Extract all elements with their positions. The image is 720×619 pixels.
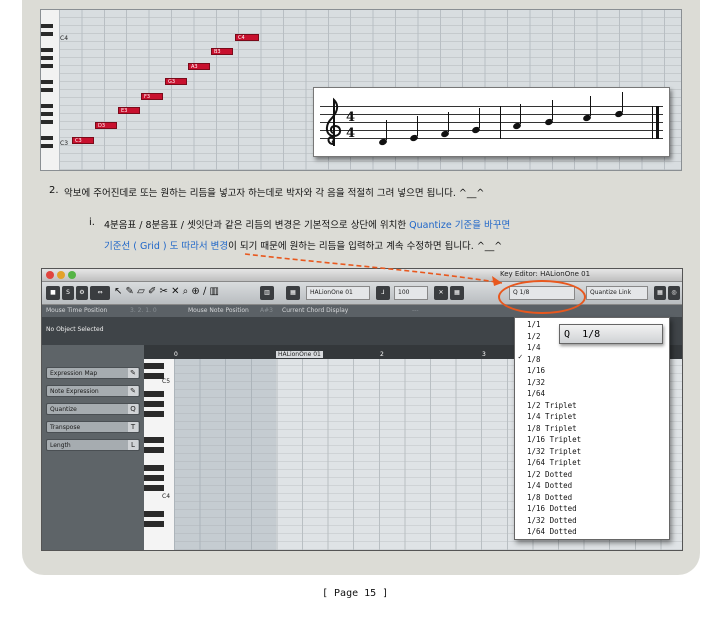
sub-step-number: i. [89,217,95,228]
key-label: C3 [60,140,69,147]
quantize-option[interactable]: 1/32 Dotted [527,516,577,525]
part-label: HALionOne 01 [276,351,323,358]
quantize-option[interactable]: 1/32 [527,378,545,387]
midi-note[interactable]: D3 [95,122,117,129]
zoom-icon[interactable] [68,271,76,279]
midi-note[interactable]: E3 [118,107,140,114]
midi-note[interactable]: F3 [141,93,163,100]
quantize-option[interactable]: 1/8 [527,355,541,364]
quantize-option[interactable]: 1/16 Dotted [527,504,577,513]
page-number: [ Page 15 ] [322,588,389,599]
midi-note[interactable]: C4 [235,34,259,41]
minimize-icon[interactable] [57,271,65,279]
acoustic-icon[interactable]: ⚙ [76,286,88,300]
step-number: 2. [49,185,59,196]
quantize-option[interactable]: 1/8 Triplet [527,424,577,433]
quantize-link-dropdown[interactable]: Quantize Link [586,286,648,300]
quantize-callout: Q 1/8 [559,324,663,344]
quantize-menu: Q 1/8 ✓ 1/1 1/2 1/4 1/8 1/16 1/32 1/64 1/2 Trip… [514,317,670,540]
lane-quantize[interactable]: Quantize Q [46,403,140,415]
midi-note[interactable]: B3 [211,48,233,55]
checkmark-icon: ✓ [518,352,523,361]
tool-icons[interactable]: ↖ ✎ ▱ ✐ ✂ ✕ ⌕ ⊕ ∕ ▥ [114,286,219,297]
length-icon: L [128,440,138,450]
quantize-option[interactable]: 1/4 Triplet [527,412,577,421]
step-text: 악보에 주어진데로 또는 원하는 리듬을 넣고자 하는데로 박자와 각 음을 적… [64,188,485,199]
quantize-option[interactable]: 1/2 [527,332,541,341]
lane-transpose[interactable]: Transpose T [46,421,140,433]
keyboard[interactable]: C5 C4 [144,359,174,550]
sub-step-line1: 4분음표 / 8분음표 / 셋잇단과 같은 리듬의 변경은 기본적으로 상단에 … [104,220,511,231]
quantize-option[interactable]: 1/2 Dotted [527,470,572,479]
quantize-option[interactable]: 1/4 [527,343,541,352]
midi-note[interactable]: G3 [165,78,187,85]
quantize-option[interactable]: 1/32 Triplet [527,447,581,456]
quantize-option[interactable]: 1/4 Dotted [527,481,572,490]
callout-arrow [244,253,503,286]
key-label: C4 [60,35,69,42]
transpose-icon: T [128,422,138,432]
color-icon[interactable]: ▦ [654,286,666,300]
svg-text:4: 4 [346,126,355,141]
midi-note[interactable]: C3 [72,137,94,144]
quantize-option[interactable]: 1/1 [527,320,541,329]
midi-note[interactable]: A3 [188,63,210,70]
quantize-option[interactable]: 1/8 Dotted [527,493,572,502]
quantize-option[interactable]: 1/64 Triplet [527,458,581,467]
settings-icon[interactable]: ◎ [668,286,680,300]
quantize-option[interactable]: 1/16 Triplet [527,435,581,444]
pencil-icon: ✎ [128,368,138,378]
close-icon[interactable] [46,271,54,279]
quantize-option[interactable]: 1/2 Triplet [527,401,577,410]
autoscroll-icon[interactable]: ⇔ [90,286,110,300]
treble-clef-icon: 4 4 [326,97,355,146]
keyboard-strip [41,10,59,170]
view-icon[interactable]: ■ [46,286,60,300]
lane-note-expression[interactable]: Note Expression ✎ [46,385,140,397]
quantize-icon: Q [128,404,138,414]
info-bar: Mouse Time Position 3. 2. 1. 0 Mouse Not… [42,305,682,317]
quantize-option[interactable]: 1/64 Dotted [527,527,577,536]
pencil-icon: ✎ [128,386,138,396]
lane-length[interactable]: Length L [46,439,140,451]
quantize-option[interactable]: 1/16 [527,366,545,375]
sheet-music: 4 4 [313,87,670,157]
quantize-option[interactable]: 1/64 [527,389,545,398]
svg-text:4: 4 [346,110,355,125]
lane-expression-map[interactable]: Expression Map ✎ [46,367,140,379]
controller-lanes: Expression Map ✎ Note Expression ✎ Quantiz… [42,345,144,550]
highlight-ellipse [498,280,586,314]
solo-icon[interactable]: S [62,286,74,300]
